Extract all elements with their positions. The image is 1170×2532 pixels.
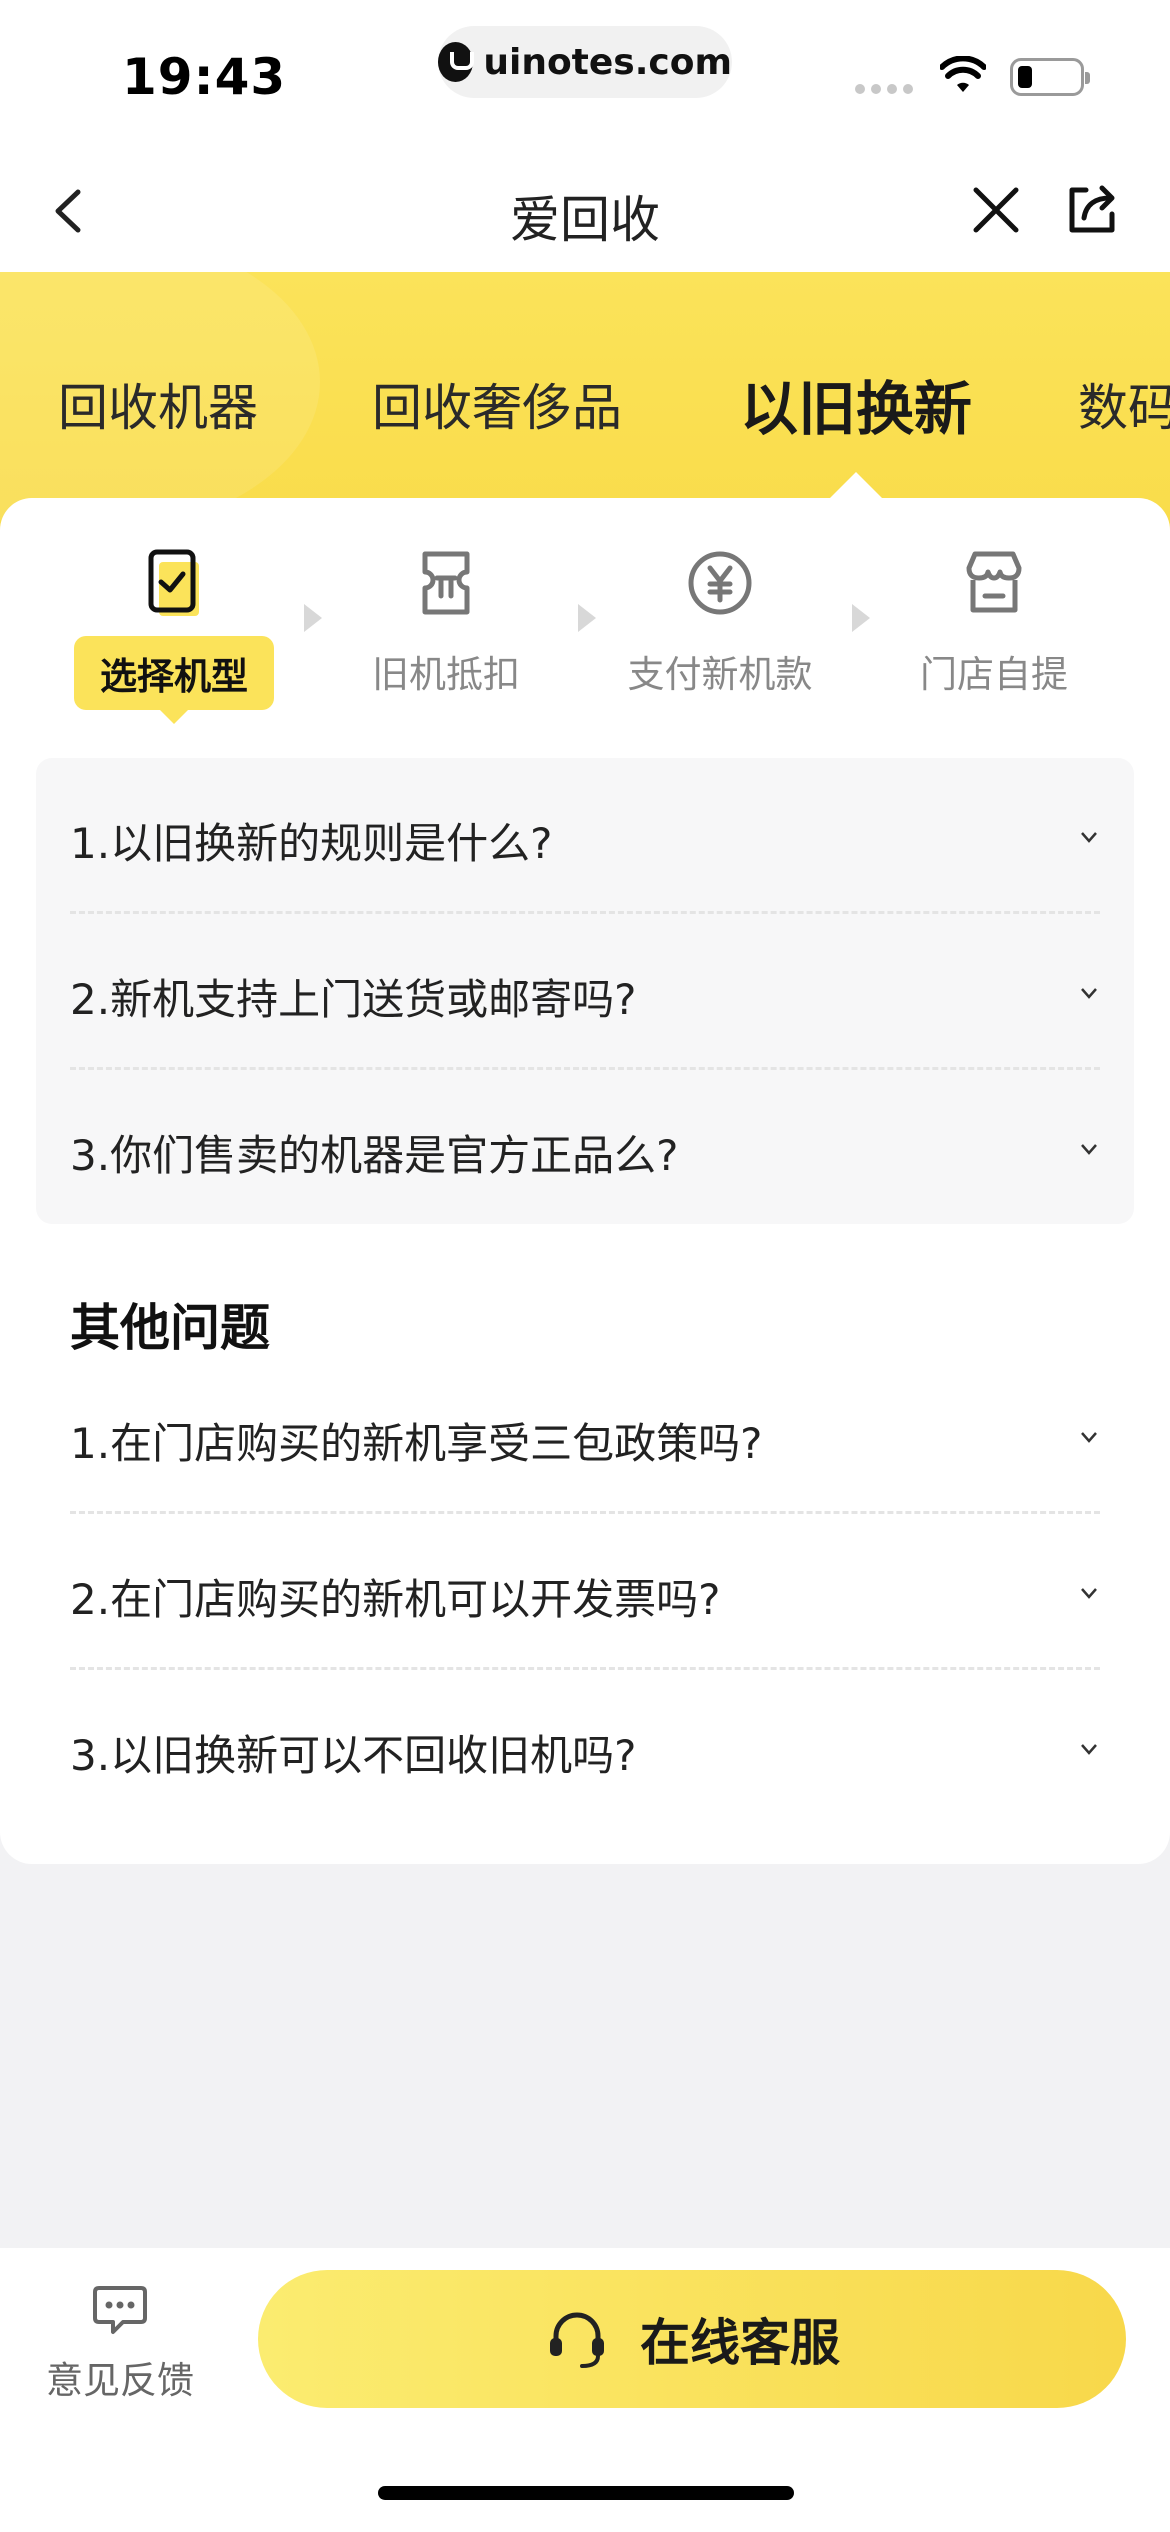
- site-logo-icon: [438, 42, 475, 82]
- feedback-button[interactable]: 意见反馈: [40, 2284, 200, 2404]
- faq-item[interactable]: 1.在门店购买的新机享受三包政策吗?: [70, 1358, 1100, 1514]
- step-arrow-icon: [578, 604, 596, 632]
- category-header: 回收机器 回收奢侈品 以旧换新 数码: [0, 272, 1170, 532]
- faq-item[interactable]: 2.在门店购买的新机可以开发票吗?: [70, 1514, 1100, 1670]
- faq-question: 1.以旧换新的规则是什么?: [70, 819, 553, 868]
- faq-question: 3.以旧换新可以不回收旧机吗?: [70, 1731, 637, 1780]
- faq-item[interactable]: 2.新机支持上门送货或邮寄吗?: [70, 914, 1100, 1070]
- home-indicator: [378, 2486, 794, 2500]
- nav-bar: 爱回收: [0, 150, 1170, 272]
- step-label: 门店自提: [920, 653, 1068, 696]
- close-icon[interactable]: [966, 180, 1026, 240]
- chevron-down-icon: [1081, 988, 1097, 999]
- tab-recycle-device[interactable]: 回收机器: [58, 368, 258, 440]
- service-label: 在线客服: [640, 2314, 840, 2372]
- faq-question: 2.新机支持上门送货或邮寄吗?: [70, 975, 637, 1024]
- feedback-label: 意见反馈: [46, 2359, 194, 2402]
- content-card: 选择机型 旧机抵扣 支付新机款 门店自提 1.以旧换新的规则是什么? 2.新机支…: [0, 498, 1170, 1864]
- other-questions-list: 1.在门店购买的新机享受三包政策吗? 2.在门店购买的新机可以开发票吗? 3.以…: [70, 1358, 1100, 1826]
- chevron-down-icon: [1081, 1744, 1097, 1755]
- chevron-down-icon: [1081, 1144, 1097, 1155]
- chevron-down-icon: [1081, 832, 1097, 843]
- faq-question: 1.在门店购买的新机享受三包政策吗?: [70, 1419, 763, 1468]
- other-questions-title: 其他问题: [70, 1299, 270, 1357]
- status-bar: 19:43 uinotes.com: [0, 0, 1170, 150]
- step-select-model: 选择机型: [64, 538, 284, 724]
- faq-list: 1.以旧换新的规则是什么? 2.新机支持上门送货或邮寄吗? 3.你们售卖的机器是…: [36, 758, 1134, 1224]
- battery-icon: [1010, 58, 1090, 96]
- chevron-down-icon: [1081, 1432, 1097, 1443]
- step-label: 旧机抵扣: [372, 653, 520, 696]
- yuan-icon: [688, 551, 752, 615]
- cellular-signal-icon: [855, 84, 913, 94]
- category-tabs: 回收机器 回收奢侈品 以旧换新 数码: [0, 368, 1170, 448]
- status-time: 19:43: [122, 48, 287, 106]
- headset-icon: [550, 2312, 604, 2368]
- page: 19:43 uinotes.com 爱回收 回收机器 回收奢侈品 以旧换新 数码…: [0, 0, 1170, 2532]
- url-pill[interactable]: uinotes.com: [438, 26, 732, 98]
- share-icon[interactable]: [1064, 180, 1122, 238]
- feedback-icon: [93, 2286, 147, 2334]
- faq-item[interactable]: 3.以旧换新可以不回收旧机吗?: [70, 1670, 1100, 1826]
- step-label: 选择机型: [74, 636, 274, 724]
- tab-trade-in[interactable]: 以旧换新: [740, 362, 972, 446]
- faq-question: 3.你们售卖的机器是官方正品么?: [70, 1131, 679, 1180]
- faq-question: 2.在门店购买的新机可以开发票吗?: [70, 1575, 721, 1624]
- chevron-down-icon: [1081, 1588, 1097, 1599]
- step-label: 支付新机款: [627, 653, 813, 696]
- online-service-button[interactable]: 在线客服: [258, 2270, 1126, 2408]
- faq-item[interactable]: 1.以旧换新的规则是什么?: [70, 758, 1100, 914]
- step-arrow-icon: [304, 604, 322, 632]
- wifi-icon: [940, 56, 986, 92]
- ticket-icon: [422, 551, 470, 615]
- step-store-pickup: 门店自提: [884, 538, 1104, 698]
- process-steps: 选择机型 旧机抵扣 支付新机款 门店自提: [0, 538, 1170, 738]
- active-tab-pointer: [830, 472, 882, 498]
- step-trade-old: 旧机抵扣: [336, 538, 556, 698]
- store-icon: [966, 551, 1022, 613]
- step-arrow-icon: [852, 604, 870, 632]
- tab-digital[interactable]: 数码: [1078, 368, 1170, 440]
- tab-recycle-luxury[interactable]: 回收奢侈品: [372, 368, 622, 440]
- faq-item[interactable]: 3.你们售卖的机器是官方正品么?: [70, 1070, 1100, 1226]
- url-text: uinotes.com: [483, 41, 732, 83]
- phone-check-icon: [148, 549, 199, 616]
- step-pay-new: 支付新机款: [610, 538, 830, 698]
